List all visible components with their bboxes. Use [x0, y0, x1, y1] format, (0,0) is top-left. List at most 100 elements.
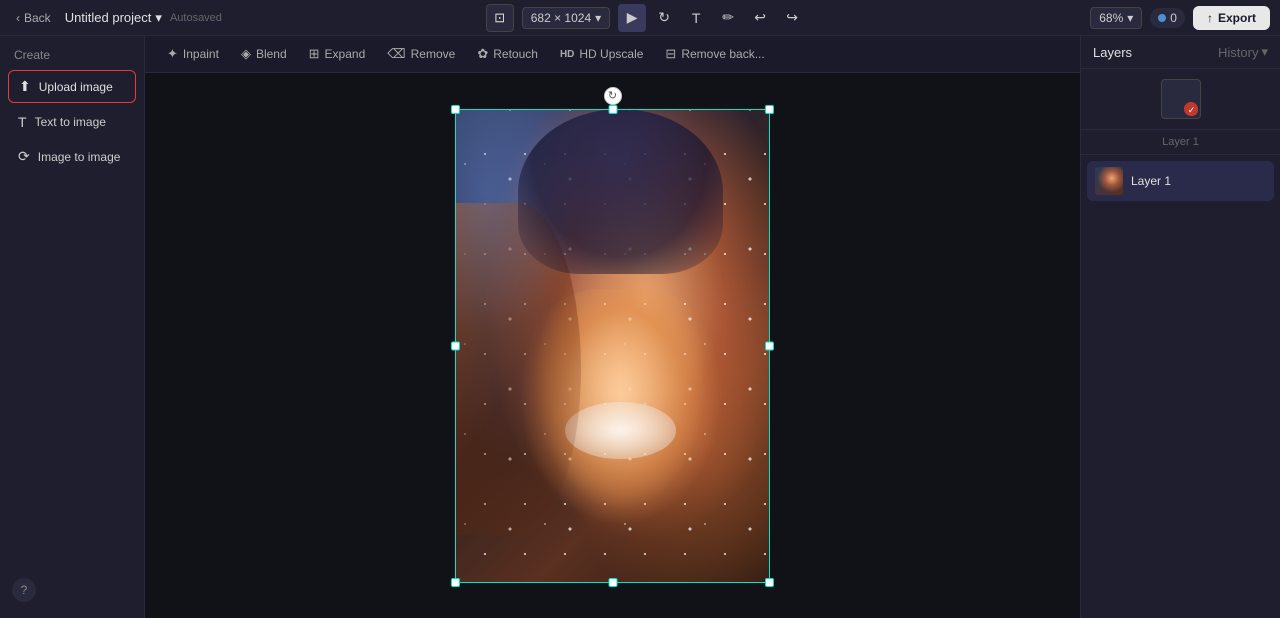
zoom-chevron-icon: ▾: [1127, 11, 1133, 25]
handle-top-left[interactable]: [451, 105, 460, 114]
crop-icon: ⊡: [494, 10, 505, 26]
inpaint-label: Inpaint: [183, 47, 219, 61]
toolbar-icons: ▶ ↻ T ✏ ↩ ↪: [618, 4, 806, 32]
redo-icon: ↪: [786, 9, 798, 26]
hd-upscale-label: HD Upscale: [579, 47, 643, 61]
dimension-value: 682 × 1024: [531, 11, 591, 25]
user-count: 0: [1170, 11, 1177, 25]
pen-icon: ✏: [722, 9, 734, 26]
help-icon: ?: [21, 583, 28, 597]
handle-top-right[interactable]: [765, 105, 774, 114]
zoom-control[interactable]: 68% ▾: [1090, 7, 1142, 29]
zoom-value: 68%: [1099, 11, 1123, 25]
hd-upscale-tool[interactable]: HD HD Upscale: [550, 43, 653, 65]
handle-middle-left[interactable]: [451, 341, 460, 350]
export-up-icon: ↑: [1207, 11, 1213, 25]
right-sidebar-header: Layers History ▾: [1081, 36, 1280, 69]
sidebar-item-text-to-image[interactable]: T Text to image: [8, 107, 136, 137]
dimension-chevron-icon: ▾: [595, 11, 601, 25]
smile-highlight: [565, 402, 675, 459]
text-to-image-label: Text to image: [35, 115, 106, 129]
handle-bottom-center[interactable]: [608, 578, 617, 587]
remove-tool[interactable]: ⌫ Remove: [377, 42, 465, 66]
back-label: Back: [24, 11, 51, 25]
pen-tool-button[interactable]: ✏: [714, 4, 742, 32]
text-to-image-icon: T: [18, 114, 27, 130]
left-sidebar: Create ⬆ Upload image T Text to image ⟳ …: [0, 36, 145, 618]
blend-icon: ◈: [241, 46, 251, 62]
retouch-icon: ✿: [477, 46, 488, 62]
layer-thumbnail-placeholder: ✓: [1161, 79, 1201, 119]
bokeh-bg: [455, 109, 613, 393]
image-to-image-icon: ⟳: [18, 148, 30, 165]
history-chevron-icon: ▾: [1261, 44, 1268, 60]
back-icon: ‹: [16, 11, 20, 25]
back-button[interactable]: ‹ Back: [10, 7, 57, 29]
rotate-icon: ↻: [608, 89, 617, 102]
expand-tool[interactable]: ⊞ Expand: [299, 42, 376, 66]
main-layout: Create ⬆ Upload image T Text to image ⟳ …: [0, 36, 1280, 618]
blend-label: Blend: [256, 47, 287, 61]
project-name-text: Untitled project: [65, 10, 152, 25]
sidebar-item-upload-image[interactable]: ⬆ Upload image: [8, 70, 136, 103]
right-sidebar: Layers History ▾ ✓ Layer 1 Layer 1: [1080, 36, 1280, 618]
image-to-image-label: Image to image: [38, 150, 121, 164]
chevron-down-icon: ▾: [155, 10, 162, 26]
help-button[interactable]: ?: [12, 578, 36, 602]
history-tab[interactable]: History ▾: [1218, 44, 1268, 60]
text-icon: T: [692, 10, 701, 26]
handle-middle-right[interactable]: [765, 341, 774, 350]
layers-list: Layer 1: [1081, 155, 1280, 618]
remove-bg-tool[interactable]: ⊟ Remove back...: [655, 42, 774, 66]
blend-tool[interactable]: ◈ Blend: [231, 42, 297, 66]
sidebar-bottom: ?: [8, 570, 136, 610]
remove-label: Remove: [411, 47, 456, 61]
handle-top-center[interactable]: [608, 105, 617, 114]
redo-button[interactable]: ↪: [778, 4, 806, 32]
undo-button[interactable]: ↩: [746, 4, 774, 32]
project-name[interactable]: Untitled project ▾: [65, 10, 162, 26]
image-container: ↻: [455, 109, 770, 583]
layer-check-icon: ✓: [1184, 102, 1198, 116]
upload-image-label: Upload image: [39, 80, 113, 94]
canvas-viewport[interactable]: ↻: [145, 73, 1080, 618]
topbar-left: ‹ Back Untitled project ▾ Autosaved: [10, 7, 222, 29]
canvas-image: [455, 109, 770, 583]
canvas-area: ✦ Inpaint ◈ Blend ⊞ Expand ⌫ Remove ✿ Re…: [145, 36, 1080, 618]
canvas-toolbar: ✦ Inpaint ◈ Blend ⊞ Expand ⌫ Remove ✿ Re…: [145, 36, 1080, 73]
handle-bottom-right[interactable]: [765, 578, 774, 587]
upload-icon: ⬆: [19, 78, 31, 95]
remove-icon: ⌫: [387, 46, 405, 62]
layer-label-top: Layer 1: [1081, 130, 1280, 154]
layer-item-thumbnail: [1095, 167, 1123, 195]
remove-bg-label: Remove back...: [681, 47, 764, 61]
layer-item-name: Layer 1: [1131, 174, 1171, 188]
text-tool-button[interactable]: T: [682, 4, 710, 32]
expand-icon: ⊞: [309, 46, 320, 62]
layers-tab[interactable]: Layers: [1093, 45, 1132, 60]
crop-tool-button[interactable]: ⊡: [486, 4, 514, 32]
sidebar-item-image-to-image[interactable]: ⟳ Image to image: [8, 141, 136, 172]
remove-bg-icon: ⊟: [665, 46, 676, 62]
refresh-tool-button[interactable]: ↻: [650, 4, 678, 32]
expand-label: Expand: [325, 47, 366, 61]
retouch-tool[interactable]: ✿ Retouch: [467, 42, 548, 66]
cursor-icon: ▶: [627, 9, 638, 26]
history-label: History: [1218, 45, 1258, 60]
rotate-handle[interactable]: ↻: [604, 87, 622, 105]
create-section-title: Create: [8, 44, 136, 66]
refresh-icon: ↻: [658, 9, 670, 26]
export-label: Export: [1218, 11, 1256, 25]
inpaint-icon: ✦: [167, 46, 178, 62]
dimension-display[interactable]: 682 × 1024 ▾: [522, 7, 610, 29]
handle-bottom-left[interactable]: [451, 578, 460, 587]
cursor-tool-button[interactable]: ▶: [618, 4, 646, 32]
topbar-center: ⊡ 682 × 1024 ▾ ▶ ↻ T ✏ ↩ ↪: [230, 4, 1062, 32]
user-badge: 0: [1150, 8, 1185, 28]
export-button[interactable]: ↑ Export: [1193, 6, 1270, 30]
hd-icon: HD: [560, 49, 574, 60]
inpaint-tool[interactable]: ✦ Inpaint: [157, 42, 229, 66]
layer-item[interactable]: Layer 1: [1087, 161, 1274, 201]
topbar-right: 68% ▾ 0 ↑ Export: [1070, 6, 1270, 30]
undo-icon: ↩: [754, 9, 766, 26]
